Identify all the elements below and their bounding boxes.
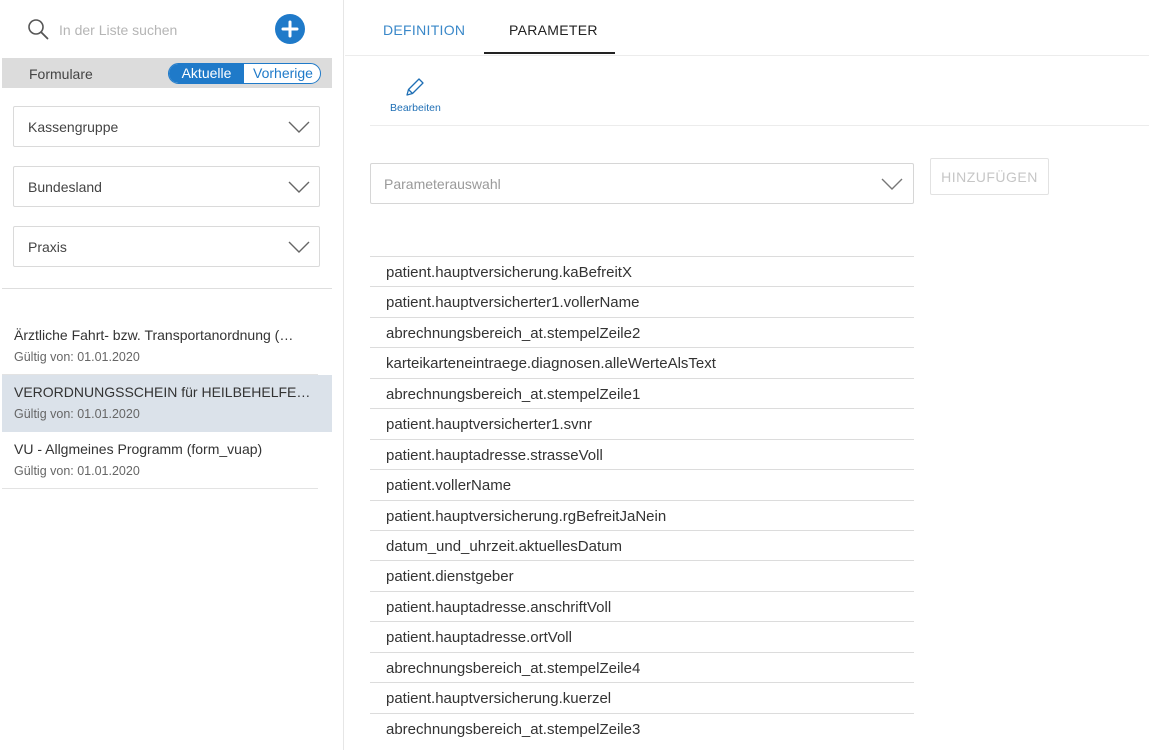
parameter-row[interactable]: patient.dienstgeber — [370, 560, 914, 590]
form-valid-from: Gültig von: 01.01.2020 — [14, 350, 140, 364]
search-row — [0, 0, 344, 58]
dropdown-label: Bundesland — [28, 179, 102, 195]
divider — [2, 488, 318, 489]
parameter-name: datum_und_uhrzeit.aktuellesDatum — [386, 537, 622, 555]
dropdown-label: Kassengruppe — [28, 119, 119, 135]
search-icon[interactable] — [27, 18, 49, 40]
parameter-row[interactable]: abrechnungsbereich_at.stempelZeile1 — [370, 377, 914, 408]
parameter-row[interactable]: datum_und_uhrzeit.aktuellesDatum — [370, 529, 914, 560]
kassengruppe-dropdown[interactable]: Kassengruppe — [13, 106, 320, 147]
formulare-label: Formulare — [29, 66, 93, 82]
chevron-down-icon — [288, 241, 310, 253]
form-title: VU - Allgmeines Programm (form_vuap) — [14, 441, 263, 457]
add-form-button[interactable] — [275, 14, 305, 44]
parameter-name: patient.dienstgeber — [386, 568, 514, 586]
parameter-name: abrechnungsbereich_at.stempelZeile2 — [386, 324, 641, 342]
parameter-row[interactable]: patient.hauptversicherung.kuerzel — [370, 682, 914, 712]
parameter-row[interactable]: abrechnungsbereich_at.stempelZeile3 — [370, 712, 914, 743]
parameter-name: abrechnungsbereich_at.stempelZeile4 — [386, 659, 641, 677]
tab-definition[interactable]: DEFINITION — [383, 22, 465, 38]
praxis-dropdown[interactable]: Praxis — [13, 226, 320, 267]
chevron-down-icon — [881, 178, 903, 190]
parameter-name: abrechnungsbereich_at.stempelZeile1 — [386, 385, 641, 403]
form-list-item[interactable]: VU - Allgmeines Programm (form_vuap) Gül… — [2, 432, 332, 489]
parameter-name: patient.hauptversicherung.kaBefreitX — [386, 264, 632, 281]
parameter-name: karteikarteneintraege.diagnosen.alleWert… — [386, 355, 716, 373]
parameter-row[interactable]: patient.hauptversicherter1.svnr — [370, 408, 914, 438]
dropdown-label: Praxis — [28, 239, 67, 255]
form-valid-from: Gültig von: 01.01.2020 — [14, 464, 140, 478]
current-previous-toggle: Aktuelle Vorherige — [168, 63, 321, 84]
parameter-name: patient.hauptadresse.anschriftVoll — [386, 598, 612, 616]
parameter-select-placeholder: Parameterauswahl — [384, 176, 501, 192]
parameter-row[interactable]: patient.hauptversicherung.kaBefreitX — [370, 256, 914, 286]
toggle-previous[interactable]: Vorherige — [245, 64, 320, 83]
parameter-name: patient.hauptadresse.ortVoll — [386, 629, 572, 647]
parameter-row[interactable]: karteikarteneintraege.diagnosen.alleWert… — [370, 347, 914, 377]
form-list-item[interactable]: Ärztliche Fahrt- bzw. Transportanordnung… — [2, 318, 332, 375]
form-filter-bar: Formulare Aktuelle Vorherige — [2, 58, 332, 88]
parameter-row[interactable]: abrechnungsbereich_at.stempelZeile2 — [370, 316, 914, 347]
parameter-row[interactable]: patient.vollerName — [370, 469, 914, 499]
form-title: VERORDNUNGSSCHEIN für HEILBEHELFE u… — [14, 384, 314, 400]
edit-button[interactable]: Bearbeiten — [385, 76, 445, 120]
parameter-row[interactable]: abrechnungsbereich_at.stempelZeile4 — [370, 651, 914, 682]
parameter-name: abrechnungsbereich_at.stempelZeile3 — [386, 720, 641, 738]
parameter-name: patient.hauptversicherter1.vollerName — [386, 294, 640, 312]
divider — [370, 125, 1149, 126]
form-detail-panel: DEFINITION PARAMETER Bearbeiten Paramete… — [345, 0, 1149, 750]
parameter-select-dropdown[interactable]: Parameterauswahl — [370, 163, 914, 204]
pencil-icon — [406, 78, 424, 96]
toggle-current[interactable]: Aktuelle — [169, 64, 244, 83]
edit-label: Bearbeiten — [390, 102, 441, 114]
parameter-row[interactable]: patient.hauptadresse.strasseVoll — [370, 438, 914, 469]
form-title: Ärztliche Fahrt- bzw. Transportanordnung… — [14, 327, 294, 343]
parameter-row[interactable]: patient.hauptversicherter1.vollerName — [370, 286, 914, 316]
active-tab-indicator — [484, 52, 615, 54]
parameter-row[interactable]: patient.hauptversicherung.rgBefreitJaNei… — [370, 499, 914, 530]
form-list-item-selected[interactable]: VERORDNUNGSSCHEIN für HEILBEHELFE u… Gül… — [2, 375, 332, 432]
parameter-name: patient.hauptversicherung.kuerzel — [386, 690, 612, 708]
add-parameter-button[interactable]: HINZUFÜGEN — [930, 158, 1049, 195]
parameter-row[interactable]: patient.hauptadresse.ortVoll — [370, 621, 914, 651]
chevron-down-icon — [288, 181, 310, 193]
parameter-name: patient.hauptversicherung.rgBefreitJaNei… — [386, 507, 667, 525]
parameter-name: patient.hauptversicherter1.svnr — [386, 416, 592, 434]
parameter-list: patient.hauptversicherung.kaBefreitX pati… — [370, 256, 914, 743]
plus-icon — [281, 20, 299, 38]
chevron-down-icon — [288, 121, 310, 133]
tab-parameter[interactable]: PARAMETER — [509, 22, 598, 38]
parameter-name: patient.hauptadresse.strasseVoll — [386, 446, 603, 464]
parameter-name: patient.vollerName — [386, 477, 512, 495]
form-valid-from: Gültig von: 01.01.2020 — [14, 407, 140, 421]
bundesland-dropdown[interactable]: Bundesland — [13, 166, 320, 207]
parameter-row[interactable]: patient.hauptadresse.anschriftVoll — [370, 590, 914, 621]
divider — [2, 288, 332, 289]
search-input[interactable] — [59, 19, 259, 41]
form-list-panel: Formulare Aktuelle Vorherige Kassengrupp… — [0, 0, 344, 750]
tab-bar: DEFINITION PARAMETER — [345, 0, 1149, 56]
